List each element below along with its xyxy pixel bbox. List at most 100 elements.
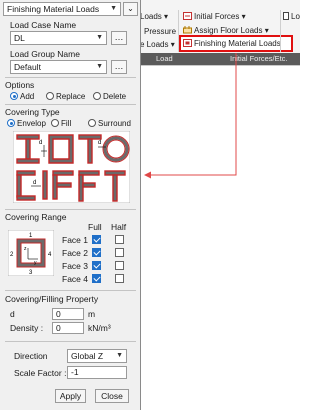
- ribbon-group-load-label: Load: [156, 54, 173, 63]
- covering-envelop-radio[interactable]: Envelop: [7, 118, 46, 128]
- chevron-down-icon: ▾: [164, 12, 169, 21]
- chevron-down-icon: ▾: [241, 12, 246, 21]
- panel-more-button[interactable]: ⌄: [123, 2, 138, 16]
- ribbon-pressure-item[interactable]: Pressure: [144, 26, 176, 38]
- diagram-d-label-1: d: [39, 140, 42, 146]
- ribbon-lo-item[interactable]: Lo: [283, 11, 300, 23]
- divider: [5, 341, 136, 342]
- face-1-half-checkbox[interactable]: [115, 235, 124, 244]
- face-2-full-checkbox[interactable]: [92, 248, 101, 257]
- radio-icon: [93, 92, 101, 100]
- option-add-label: Add: [20, 91, 35, 101]
- face-4-full-checkbox[interactable]: [92, 274, 101, 283]
- ribbon-group-bar: Load Initial Forces/Etc.: [140, 53, 300, 65]
- ribbon-loads-item[interactable]: Loads ▾: [140, 11, 168, 23]
- load-case-value: DL: [14, 33, 25, 43]
- ribbon-initial-forces-item[interactable]: Initial Forces ▾: [183, 11, 246, 23]
- double-chevron-down-icon: ⌄: [127, 4, 134, 13]
- ribbon-lo-icon: [283, 12, 289, 20]
- density-input[interactable]: 0: [52, 322, 84, 334]
- d-input[interactable]: 0: [52, 308, 84, 320]
- chevron-down-icon: ▼: [110, 5, 117, 12]
- divider: [5, 77, 136, 78]
- option-delete-radio[interactable]: Delete: [93, 91, 126, 101]
- covering-surround-label: Surround: [98, 118, 131, 128]
- load-type-dropdown[interactable]: Finishing Material Loads ▼: [3, 2, 121, 16]
- ribbon-separator: [280, 10, 281, 52]
- face-1-label: Face 1: [62, 235, 88, 245]
- load-type-value: Finishing Material Loads: [7, 4, 100, 14]
- chevron-down-icon: ▾: [264, 26, 269, 35]
- radio-icon: [46, 92, 54, 100]
- ribbon-finishing-material-loads-label: Finishing Material Loads: [194, 39, 281, 48]
- covering-fill-label: Fill: [61, 118, 72, 128]
- density-unit: kN/m³: [88, 323, 111, 333]
- diagram-d-label-2: d: [98, 140, 101, 146]
- option-replace-label: Replace: [56, 91, 86, 101]
- diagram-d-label-3: d: [33, 180, 36, 186]
- apply-button[interactable]: Apply: [55, 389, 86, 403]
- divider: [5, 290, 136, 291]
- face-3-full-checkbox[interactable]: [92, 261, 101, 270]
- direction-dropdown[interactable]: Global Z ▼: [67, 349, 127, 363]
- options-header: Options: [5, 80, 35, 90]
- divider: [5, 104, 136, 105]
- face-3-half-checkbox[interactable]: [115, 261, 124, 270]
- covering-type-diagram: d d d: [13, 131, 130, 203]
- ribbon-loads-label: Loads: [140, 12, 162, 21]
- covering-type-header: Covering Type: [5, 107, 60, 117]
- load-case-dropdown[interactable]: DL ▼: [10, 31, 107, 45]
- radio-selected-icon: [7, 119, 15, 127]
- covering-range-diagram: 1 2 3 4 z y: [8, 230, 54, 276]
- face-1-full-checkbox[interactable]: [92, 235, 101, 244]
- finishing-material-loads-icon: [183, 39, 192, 47]
- face-2-label: Face 2: [62, 248, 88, 258]
- load-group-value: Default: [14, 62, 41, 72]
- covering-surround-radio[interactable]: Surround: [88, 118, 131, 128]
- load-group-name-label: Load Group Name: [10, 49, 80, 59]
- covering-fill-radio[interactable]: Fill: [51, 118, 71, 128]
- property-header: Covering/Filling Property: [5, 294, 99, 304]
- full-column-label: Full: [88, 222, 102, 232]
- floor-loads-icon: [183, 26, 192, 34]
- radio-icon: [51, 119, 59, 127]
- option-replace-radio[interactable]: Replace: [46, 91, 85, 101]
- scale-factor-input[interactable]: -1: [67, 366, 127, 379]
- d-unit: m: [88, 309, 96, 319]
- density-label: Density :: [10, 323, 44, 333]
- chevron-down-icon: ▼: [96, 34, 103, 41]
- direction-label: Direction: [14, 351, 48, 361]
- load-case-ellipsis-button[interactable]: …: [111, 31, 127, 45]
- ribbon-lo-label: Lo: [291, 12, 300, 21]
- ribbon-loads2-label: e Loads: [140, 40, 169, 49]
- face-3-label: Face 3: [62, 261, 88, 271]
- scale-factor-value: -1: [71, 367, 79, 377]
- initial-forces-icon: [183, 12, 192, 20]
- face-4-half-checkbox[interactable]: [115, 274, 124, 283]
- face-2-half-checkbox[interactable]: [115, 248, 124, 257]
- ribbon-assign-floor-loads-label: Assign Floor Loads: [194, 26, 263, 35]
- divider: [5, 209, 136, 210]
- load-case-name-label: Load Case Name: [10, 20, 77, 30]
- load-group-dropdown[interactable]: Default ▼: [10, 60, 107, 74]
- chevron-down-icon: ▾: [170, 40, 175, 49]
- scale-factor-label: Scale Factor :: [14, 368, 67, 378]
- radio-selected-icon: [10, 92, 18, 100]
- radio-icon: [88, 119, 96, 127]
- direction-value: Global Z: [71, 351, 104, 361]
- d-label: d: [10, 309, 15, 319]
- density-value: 0: [56, 323, 61, 333]
- half-column-label: Half: [111, 222, 127, 232]
- ribbon-initial-forces-label: Initial Forces: [194, 12, 240, 21]
- chevron-down-icon: ▼: [96, 63, 103, 70]
- option-add-radio[interactable]: Add: [10, 91, 34, 101]
- load-group-ellipsis-button[interactable]: …: [111, 60, 127, 74]
- covering-envelop-label: Envelop: [17, 118, 46, 128]
- option-delete-label: Delete: [103, 91, 127, 101]
- close-button[interactable]: Close: [95, 389, 129, 403]
- ribbon-finishing-material-loads-item[interactable]: Finishing Material Loads: [183, 38, 281, 50]
- ribbon-group-initial-forces-label: Initial Forces/Etc.: [230, 54, 288, 63]
- ribbon-loads2-item[interactable]: e Loads ▾: [140, 39, 175, 51]
- finishing-material-loads-panel: Finishing Material Loads ▼ ⌄ Load Case N…: [0, 0, 141, 410]
- chevron-down-icon: ▼: [116, 352, 123, 359]
